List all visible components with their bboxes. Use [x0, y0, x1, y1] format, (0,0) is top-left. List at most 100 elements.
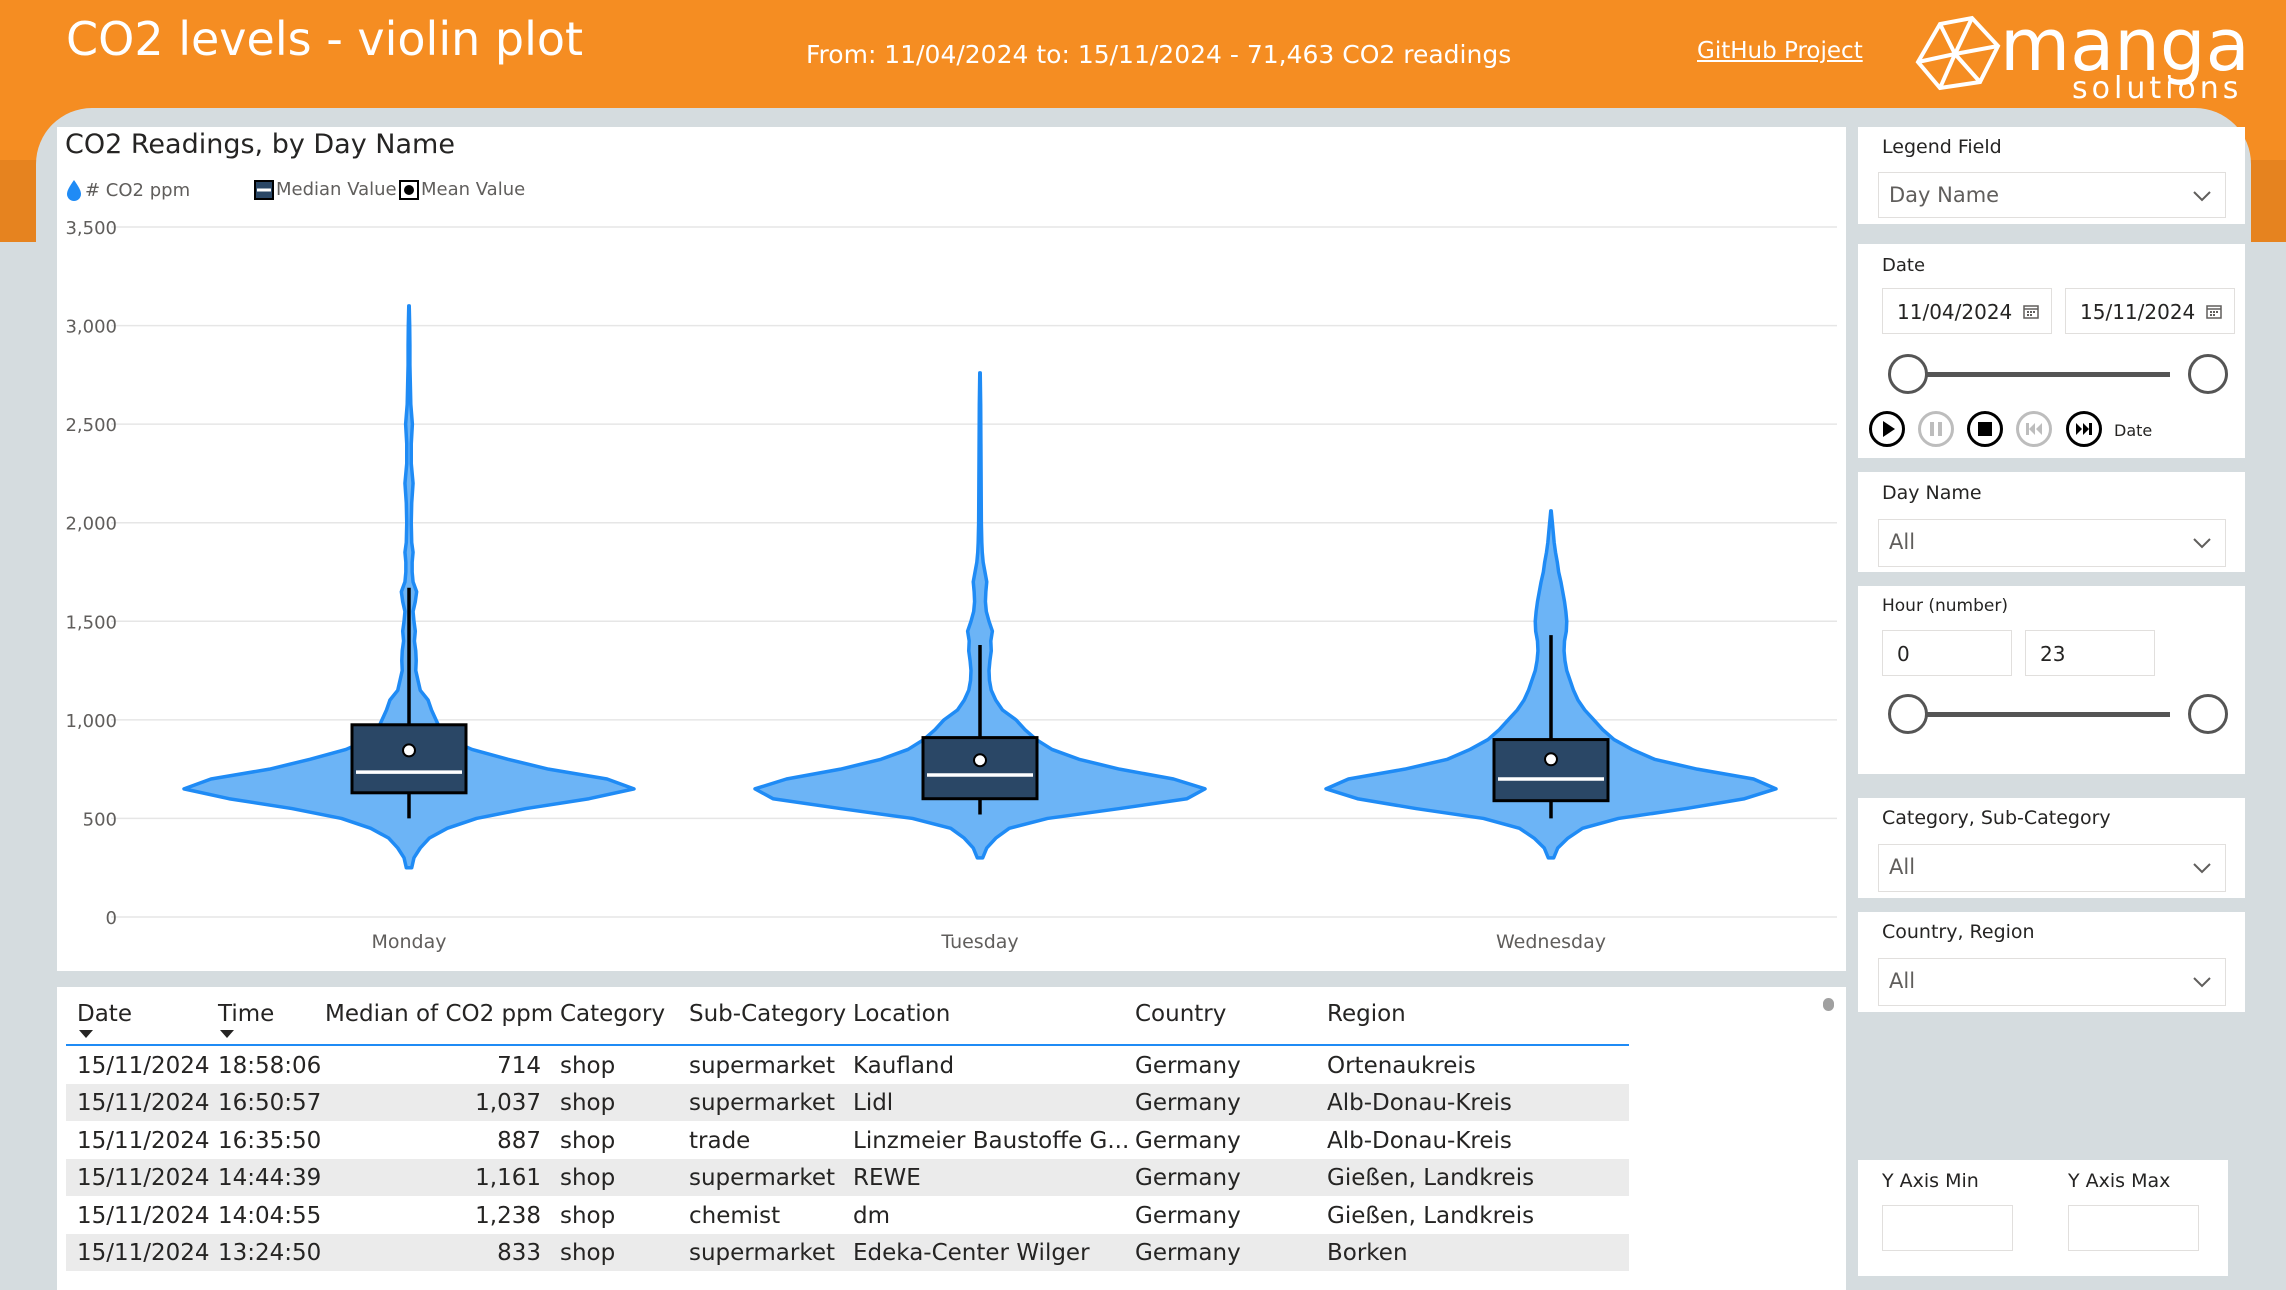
table-cell: shop — [560, 1165, 616, 1192]
table-cell: Germany — [1135, 1165, 1241, 1192]
table-cell: 14:44:39 — [218, 1165, 322, 1192]
table-cell: shop — [560, 1127, 616, 1154]
y-tick-label: 2,500 — [65, 415, 117, 436]
category-dropdown[interactable]: All — [1878, 844, 2226, 892]
date-start-input[interactable]: 11/04/2024 — [1882, 288, 2052, 334]
legend-field-label: Legend Field — [1882, 136, 2002, 158]
column-header[interactable]: Sub-Category — [689, 1001, 846, 1027]
violin-plot: 0 500 1,000 1,500 2,000 2,500 3,000 3,500 Monday… — [65, 218, 1837, 953]
y-axis-min-label: Y Axis Min — [1882, 1170, 1979, 1192]
table-cell: 15/11/2024 — [77, 1127, 210, 1154]
x-tick-label: Monday — [371, 931, 446, 953]
table-cell: chemist — [689, 1202, 781, 1229]
y-tick-label: 3,000 — [65, 317, 117, 338]
y-tick-label: 500 — [83, 809, 117, 830]
legend-field-dropdown[interactable]: Day Name — [1878, 172, 2226, 218]
hour-min-input[interactable]: 0 — [1882, 630, 2012, 676]
stop-icon[interactable] — [1966, 410, 2004, 448]
mean-dot — [402, 743, 416, 758]
table-cell: 15/11/2024 — [77, 1090, 210, 1117]
y-tick-label: 1,500 — [65, 612, 117, 633]
table-cell: 714 — [497, 1053, 541, 1079]
github-project-link[interactable]: GitHub Project — [1697, 38, 1863, 64]
sort-desc-icon[interactable] — [220, 1030, 234, 1038]
table-cell: shop — [560, 1090, 616, 1117]
column-header[interactable]: Category — [560, 1001, 665, 1027]
table-cell: Alb-Donau-Kreis — [1327, 1127, 1512, 1154]
logo-mark-line — [1953, 17, 1974, 55]
chevron-down-icon — [2193, 977, 2211, 988]
y-axis-max-input[interactable] — [2068, 1205, 2199, 1251]
y-tick-label: 3,500 — [65, 218, 117, 239]
column-header[interactable]: Region — [1327, 1001, 1406, 1027]
date-slider-end-handle[interactable] — [2188, 354, 2228, 394]
legend-field-value: Day Name — [1889, 183, 2000, 207]
table-cell: Gießen, Landkreis — [1327, 1165, 1535, 1192]
calendar-icon — [2206, 305, 2222, 319]
column-header[interactable]: Date — [77, 1001, 132, 1027]
column-header[interactable]: Median of CO2 ppm — [325, 1001, 553, 1027]
column-header[interactable]: Location — [853, 1001, 950, 1027]
date-slider-start-handle[interactable] — [1888, 354, 1928, 394]
table-cell: 15/11/2024 — [77, 1240, 210, 1266]
calendar-icon — [2023, 305, 2039, 319]
iqr-box — [1492, 738, 1610, 803]
logo-mark-line — [1938, 53, 1957, 89]
hour-slider-track[interactable] — [1908, 712, 2170, 717]
table-cell: 15/11/2024 — [77, 1202, 210, 1229]
iqr-box — [350, 723, 468, 795]
skip-back-icon[interactable] — [2015, 410, 2053, 448]
column-header[interactable]: Time — [218, 1001, 274, 1027]
table-cell: Germany — [1135, 1127, 1241, 1154]
table-cell: Edeka-Center Wilger — [853, 1240, 1090, 1266]
table-cell: 15/11/2024 — [77, 1053, 210, 1079]
manga-solutions-logo: manga solutions — [1915, 4, 2250, 104]
table-cell: 833 — [497, 1240, 541, 1266]
mean-dot — [1544, 752, 1558, 767]
mean-dot — [973, 753, 987, 768]
date-end-input[interactable]: 15/11/2024 — [2065, 288, 2235, 334]
chevron-down-icon — [2193, 191, 2211, 202]
date-slider-track[interactable] — [1908, 372, 2170, 377]
date-range-summary: From: 11/04/2024 to: 15/11/2024 - 71,463… — [806, 40, 1512, 69]
y-tick-label: 1,000 — [65, 711, 117, 732]
x-tick-label: Tuesday — [940, 931, 1018, 953]
chevron-down-icon — [2193, 863, 2211, 874]
table-cell: REWE — [853, 1165, 921, 1192]
legend-field-slicer: Legend Field Day Name — [1858, 127, 2245, 224]
y-axis-max-label: Y Axis Max — [2068, 1170, 2171, 1192]
play-icon[interactable] — [1868, 410, 1906, 448]
table-cell: 13:24:50 — [218, 1240, 322, 1266]
table-cell: 887 — [497, 1127, 541, 1154]
table-cell: Germany — [1135, 1202, 1241, 1229]
hour-min-value: 0 — [1897, 642, 1910, 666]
logo-subtext: solutions — [2072, 71, 2242, 104]
country-label: Country, Region — [1882, 921, 2035, 943]
table-cell: 16:50:57 — [218, 1090, 322, 1117]
table-cell: Kaufland — [853, 1053, 955, 1079]
hour-slider-start-handle[interactable] — [1888, 694, 1928, 734]
table-cell: shop — [560, 1240, 616, 1266]
hour-label: Hour (number) — [1882, 596, 2008, 616]
country-dropdown[interactable]: All — [1878, 958, 2226, 1006]
table-cell: 14:04:55 — [218, 1202, 322, 1229]
skip-forward-icon[interactable] — [2065, 410, 2103, 448]
y-tick-label: 2,000 — [65, 514, 117, 535]
day-name-dropdown[interactable]: All — [1878, 519, 2226, 567]
header-underline — [66, 1044, 1629, 1046]
hour-max-value: 23 — [2040, 642, 2066, 666]
table-scrollbar[interactable] — [1823, 998, 1834, 1011]
column-header[interactable]: Country — [1135, 1001, 1226, 1027]
hour-max-input[interactable]: 23 — [2025, 630, 2155, 676]
y-axis-min-input[interactable] — [1882, 1205, 2013, 1251]
table-cell: supermarket — [689, 1240, 835, 1266]
hour-slider-end-handle[interactable] — [2188, 694, 2228, 734]
table-cell: Borken — [1327, 1240, 1408, 1266]
table-cell: 1,161 — [475, 1165, 541, 1192]
y-axis-controls: Y Axis Min Y Axis Max — [1858, 1160, 2228, 1276]
pause-icon[interactable] — [1917, 410, 1955, 448]
date-end-value: 15/11/2024 — [2080, 300, 2196, 324]
table-cell: shop — [560, 1053, 616, 1079]
table-cell: 15/11/2024 — [77, 1165, 210, 1192]
sort-desc-icon[interactable] — [79, 1030, 93, 1038]
